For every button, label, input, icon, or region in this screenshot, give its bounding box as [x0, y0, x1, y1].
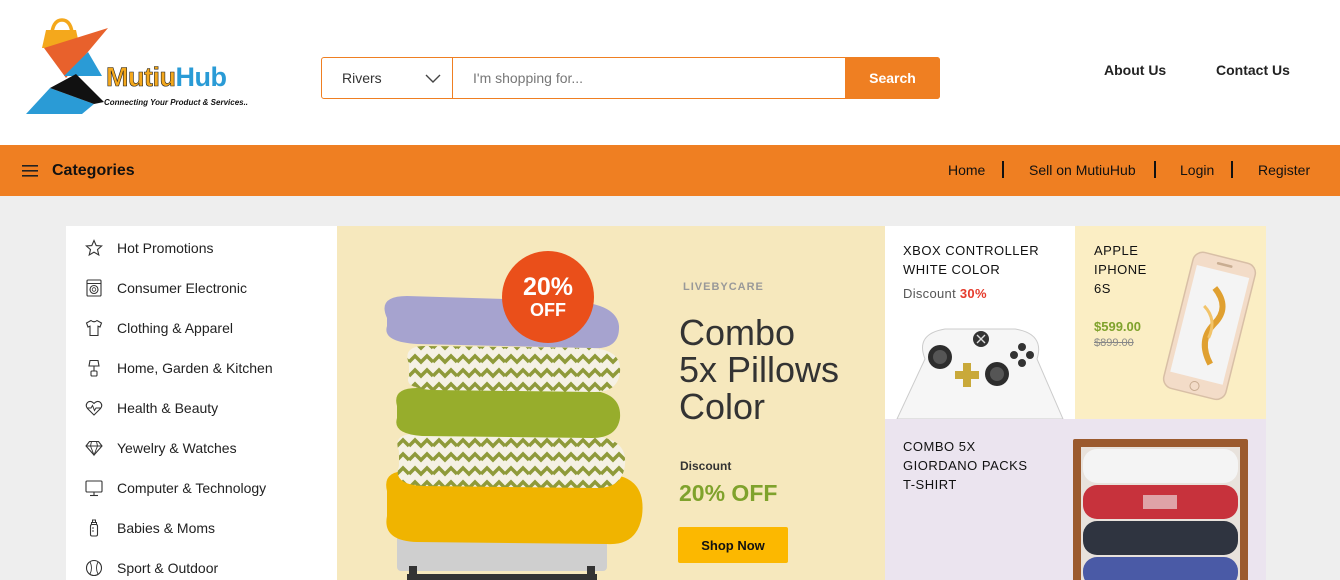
banner-title: Combo 5x Pillows Color: [679, 314, 879, 425]
discount-badge: 20% OFF: [502, 251, 594, 343]
iphone-image: [1162, 251, 1257, 401]
sidebar-item-clothing-apparel[interactable]: Clothing & Apparel: [84, 316, 233, 340]
card-title: XBOX CONTROLLER WHITE COLOR: [903, 241, 1039, 279]
ball-icon: [84, 558, 104, 578]
tshirt-pack-image: [1073, 439, 1248, 580]
about-us-link[interactable]: About Us: [1104, 62, 1166, 78]
card-title-line1: APPLE: [1094, 243, 1139, 258]
card-title-line2: WHITE COLOR: [903, 262, 1001, 277]
sidebar-item-jewelry-watches[interactable]: Yewelry & Watches: [84, 436, 237, 460]
contact-us-link[interactable]: Contact Us: [1216, 62, 1290, 78]
star-icon: [84, 238, 104, 258]
sidebar-item-computer-technology[interactable]: Computer & Technology: [84, 476, 266, 500]
promo-card-xbox[interactable]: XBOX CONTROLLER WHITE COLOR Discount 30%: [885, 226, 1075, 419]
banner-title-line3: Color: [679, 386, 766, 427]
banner-discount-value: 20% OFF: [679, 480, 778, 506]
main-navbar: Categories Home Sell on MutiuHub Login R…: [0, 145, 1340, 196]
badge-off: OFF: [530, 300, 566, 320]
logo-bag-icon: [26, 18, 108, 114]
card-title-line1: XBOX CONTROLLER: [903, 243, 1040, 258]
search-button[interactable]: Search: [845, 57, 940, 99]
sidebar-item-label: Clothing & Apparel: [117, 320, 233, 336]
nav-sell-link[interactable]: Sell on MutiuHub: [1029, 162, 1136, 178]
monitor-icon: [84, 478, 104, 498]
badge-percent: 20%: [522, 273, 574, 301]
brand-name-part2: Hub: [175, 62, 227, 92]
nav-login-link[interactable]: Login: [1180, 162, 1214, 178]
sidebar-item-label: Health & Beauty: [117, 400, 219, 416]
xbox-controller-image: [896, 328, 1064, 419]
nav-divider: [1154, 161, 1156, 178]
banner-brand: LIVEBYCARE: [683, 281, 764, 293]
brand-name-part1: Mutiu: [106, 62, 177, 93]
categories-label: Categories: [52, 161, 135, 179]
promo-card-iphone[interactable]: APPLE IPHONE 6S $599.00 $899.00: [1075, 226, 1266, 419]
sidebar-item-label: Sport & Outdoor: [117, 560, 219, 576]
card-old-price: $899.00: [1094, 337, 1134, 349]
banner-discount-label: Discount: [680, 459, 732, 473]
nav-register-link[interactable]: Register: [1258, 162, 1310, 178]
location-select[interactable]: Rivers: [322, 58, 453, 98]
sidebar-item-hot-promotions[interactable]: Hot Promotions: [84, 236, 213, 260]
sidebar-item-label: Computer & Technology: [117, 480, 267, 496]
location-select-value: Rivers: [342, 70, 382, 86]
card-discount-value: 30%: [959, 286, 987, 301]
search-input[interactable]: [453, 58, 845, 98]
sidebar-item-consumer-electronic[interactable]: Consumer Electronic: [84, 276, 247, 300]
sidebar-item-label: Babies & Moms: [117, 520, 216, 536]
sidebar-item-babies-moms[interactable]: Babies & Moms: [84, 516, 215, 540]
sidebar-item-label: Yewelry & Watches: [117, 440, 237, 456]
card-title-line3: 6S: [1094, 281, 1111, 296]
shop-now-button[interactable]: Shop Now: [678, 527, 788, 563]
sidebar-item-label: Home, Garden & Kitchen: [117, 360, 273, 376]
hero-banner[interactable]: 20% OFF LIVEBYCARE Combo 5x Pillows Colo…: [337, 226, 885, 580]
card-title-line2: IPHONE: [1094, 262, 1147, 277]
search-bar: Rivers Search: [321, 57, 940, 99]
promo-card-tshirt[interactable]: COMBO 5X GIORDANO PACKS T-SHIRT: [885, 419, 1266, 580]
card-title-line2: GIORDANO PACKS: [903, 458, 1028, 473]
card-price: $599.00: [1094, 319, 1141, 334]
tshirt-icon: [84, 318, 104, 338]
banner-title-line2: 5x Pillows: [679, 349, 840, 390]
sidebar-item-home-garden-kitchen[interactable]: Home, Garden & Kitchen: [84, 356, 273, 380]
brand-name: MutiuHub: [106, 62, 227, 93]
card-title-line1: COMBO 5X: [903, 439, 976, 454]
sidebar-item-sport-outdoor[interactable]: Sport & Outdoor: [84, 556, 218, 580]
heartbeat-icon: [84, 398, 104, 418]
brand-logo[interactable]: MutiuHub Connecting Your Product & Servi…: [24, 18, 264, 118]
card-title: APPLE IPHONE 6S: [1094, 241, 1147, 298]
brand-tagline: Connecting Your Product & Services..: [104, 98, 249, 107]
card-discount: Discount 30%: [903, 286, 987, 301]
hamburger-menu-icon: [22, 164, 38, 177]
chevron-down-icon: [425, 74, 441, 83]
card-title: COMBO 5X GIORDANO PACKS T-SHIRT: [903, 437, 1028, 494]
header: MutiuHub Connecting Your Product & Servi…: [0, 0, 1340, 145]
category-sidebar: Hot Promotions Consumer Electronic Cloth…: [66, 226, 337, 580]
sidebar-item-health-beauty[interactable]: Health & Beauty: [84, 396, 218, 420]
nav-divider: [1231, 161, 1233, 178]
nav-home-link[interactable]: Home: [948, 162, 985, 178]
sidebar-item-label: Consumer Electronic: [117, 280, 247, 296]
diamond-icon: [84, 438, 104, 458]
card-discount-label: Discount: [903, 286, 956, 301]
baby-bottle-icon: [84, 518, 104, 538]
banner-title-line1: Combo: [679, 312, 796, 353]
categories-toggle[interactable]: Categories: [22, 145, 135, 196]
nav-divider: [1002, 161, 1004, 178]
lamp-icon: [84, 358, 104, 378]
sidebar-item-label: Hot Promotions: [117, 240, 214, 256]
card-title-line3: T-SHIRT: [903, 477, 957, 492]
washing-machine-icon: [84, 278, 104, 298]
